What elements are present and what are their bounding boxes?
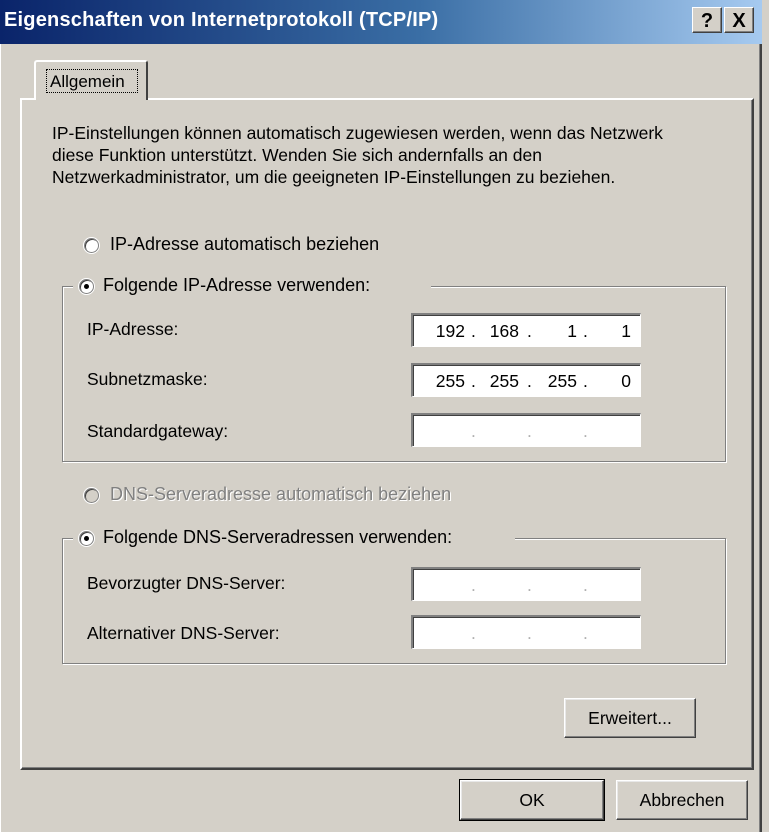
- ip-octet-3: 1: [567, 321, 577, 341]
- advanced-button[interactable]: Erweitert...: [564, 698, 696, 738]
- dns-manual-radio[interactable]: [79, 531, 94, 546]
- alternate-dns-input[interactable]: . . .: [411, 615, 641, 649]
- ip-groupbox: Folgende IP-Adresse verwenden: IP-Adress…: [62, 275, 726, 462]
- dns-auto-label[interactable]: DNS-Serveradresse automatisch beziehen: [110, 484, 451, 505]
- ip-octet-2: 168: [489, 321, 519, 341]
- ip-manual-radio[interactable]: [79, 279, 94, 294]
- ip-dot: .: [527, 321, 532, 341]
- close-button[interactable]: X: [724, 7, 754, 33]
- title-bar[interactable]: Eigenschaften von Internetprotokoll (TCP…: [0, 0, 762, 44]
- window-title: Eigenschaften von Internetprotokoll (TCP…: [4, 9, 439, 31]
- ip-dot: .: [583, 623, 588, 643]
- ip-octet-1: 192: [435, 321, 465, 341]
- ip-auto-radio[interactable]: [84, 238, 99, 253]
- ip-dot: .: [527, 421, 532, 441]
- alternate-dns-label: Alternativer DNS-Server:: [87, 623, 280, 643]
- ip-dot: .: [583, 421, 588, 441]
- dns-auto-radio[interactable]: [84, 488, 99, 503]
- dns-groupbox: Folgende DNS-Serveradressen verwenden: B…: [62, 527, 726, 664]
- ip-address-label: IP-Adresse:: [87, 319, 179, 339]
- ip-dot: .: [471, 421, 476, 441]
- description-text: IP-Einstellungen können automatisch zuge…: [52, 123, 663, 187]
- tab-allgemein[interactable]: Allgemein: [34, 60, 148, 100]
- ip-octet-1: 255: [435, 371, 465, 391]
- dialog-window: Eigenschaften von Internetprotokoll (TCP…: [0, 0, 762, 832]
- preferred-dns-input[interactable]: . . .: [411, 567, 641, 601]
- cancel-button[interactable]: Abbrechen: [616, 780, 748, 820]
- close-icon: X: [732, 10, 746, 32]
- ip-dot: .: [527, 623, 532, 643]
- ip-manual-legend[interactable]: Folgende IP-Adresse verwenden:: [73, 275, 431, 297]
- ok-button[interactable]: OK: [459, 779, 605, 821]
- ip-dot: .: [471, 575, 476, 595]
- subnet-mask-label: Subnetzmaske:: [87, 369, 208, 389]
- ip-manual-label[interactable]: Folgende IP-Adresse verwenden:: [103, 275, 370, 296]
- tab-label: Allgemein: [50, 72, 125, 91]
- ip-octet-4: 1: [621, 321, 631, 341]
- ip-dot: .: [527, 371, 532, 391]
- subnet-mask-input[interactable]: 255 . 255 . 255 . 0: [411, 363, 641, 397]
- dns-manual-label[interactable]: Folgende DNS-Serveradressen verwenden:: [103, 527, 452, 548]
- gateway-input[interactable]: . . .: [411, 413, 641, 447]
- ip-auto-label[interactable]: IP-Adresse automatisch beziehen: [110, 234, 379, 255]
- help-button[interactable]: ?: [692, 7, 722, 33]
- ip-dot: .: [583, 575, 588, 595]
- ip-address-input[interactable]: 192 . 168 . 1 . 1: [411, 313, 641, 347]
- preferred-dns-label: Bevorzugter DNS-Server:: [87, 573, 286, 593]
- question-icon: ?: [700, 10, 714, 32]
- ip-octet-4: 0: [621, 371, 631, 391]
- ip-octet-2: 255: [489, 371, 519, 391]
- ip-octet-3: 255: [547, 371, 577, 391]
- gateway-label: Standardgateway:: [87, 421, 229, 441]
- ip-dot: .: [527, 575, 532, 595]
- ip-dot: .: [471, 623, 476, 643]
- dns-manual-legend[interactable]: Folgende DNS-Serveradressen verwenden:: [73, 527, 515, 549]
